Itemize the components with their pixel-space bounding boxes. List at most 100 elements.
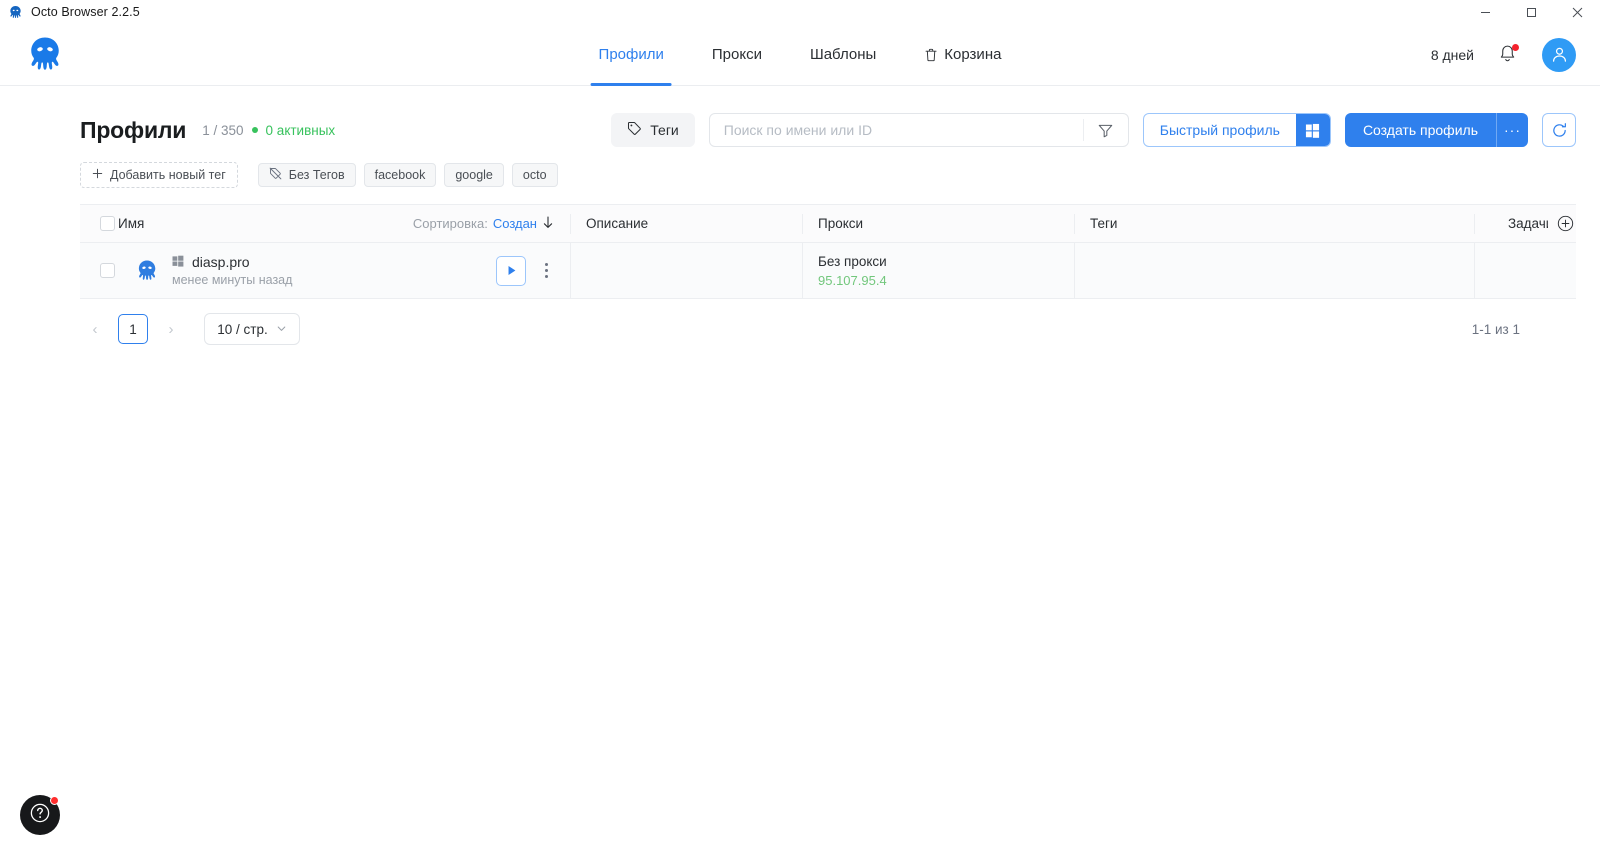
column-header-description: Описание bbox=[570, 205, 802, 243]
row-name-cell: diasp.pro менее минуты назад bbox=[118, 243, 570, 299]
tag-chip-no-tags[interactable]: Без Тегов bbox=[257, 163, 356, 187]
quick-profile-label: Быстрый профиль bbox=[1159, 122, 1280, 138]
profile-count-active: 0 активных bbox=[265, 122, 336, 138]
tags-filter-row: Добавить новый тег Без Тегов facebook go… bbox=[0, 152, 1600, 192]
plus-icon bbox=[92, 168, 103, 182]
create-profile-button[interactable]: Создать профиль ··· bbox=[1344, 113, 1528, 147]
add-new-tag-button[interactable]: Добавить новый тег bbox=[80, 162, 238, 188]
profile-name-line: diasp.pro bbox=[172, 254, 292, 270]
user-avatar[interactable] bbox=[1542, 37, 1576, 72]
column-header-name-label: Имя bbox=[118, 216, 145, 231]
page-size-select[interactable]: 10 / стр. bbox=[204, 313, 300, 345]
pagination: ‹ 1 › 10 / стр. 1-1 из 1 bbox=[0, 299, 1600, 345]
nav-item-templates[interactable]: Шаблоны bbox=[786, 24, 900, 86]
close-button[interactable] bbox=[1554, 0, 1600, 24]
kebab-menu-icon[interactable] bbox=[534, 256, 558, 286]
arrow-down-icon bbox=[542, 215, 554, 232]
nav-item-profiles-label: Профили bbox=[598, 46, 664, 63]
page-title: Профили bbox=[80, 116, 187, 143]
profile-last-used: менее минуты назад bbox=[172, 273, 293, 287]
profile-count-total: 1 / 350 bbox=[202, 122, 244, 138]
sort-control[interactable]: Сортировка: Создан bbox=[412, 215, 570, 232]
play-icon[interactable] bbox=[496, 255, 526, 286]
pagination-next-button[interactable]: › bbox=[156, 314, 186, 344]
help-button[interactable] bbox=[20, 795, 60, 835]
windows-icon[interactable] bbox=[1295, 114, 1330, 146]
tag-chip-octo[interactable]: octo bbox=[511, 163, 558, 187]
maximize-button[interactable] bbox=[1508, 0, 1554, 24]
windows-icon bbox=[172, 255, 184, 270]
column-header-proxy-label: Прокси bbox=[818, 216, 864, 231]
window-titlebar: Octo Browser 2.2.5 bbox=[0, 0, 1600, 24]
trash-icon bbox=[924, 48, 937, 62]
tag-chip-google[interactable]: google bbox=[444, 163, 504, 187]
column-header-tasks: Задачи bbox=[1474, 205, 1576, 243]
search-input[interactable] bbox=[709, 122, 1083, 138]
toolbar-actions: Теги Быстрый профиль С bbox=[611, 113, 1576, 147]
tags-button[interactable]: Теги bbox=[611, 113, 695, 147]
tag-chip-group: Без Тегов facebook google octo bbox=[257, 163, 558, 187]
filter-icon[interactable] bbox=[1084, 114, 1128, 146]
pagination-page-1[interactable]: 1 bbox=[118, 314, 148, 344]
column-header-tasks-label: Задачи bbox=[1508, 216, 1548, 231]
profile-avatar-icon bbox=[134, 258, 160, 284]
tag-off-icon bbox=[269, 167, 282, 183]
profiles-table: Имя Сортировка: Создан Описание Прокси Т… bbox=[80, 204, 1576, 299]
page-size-label: 10 / стр. bbox=[217, 321, 268, 337]
notifications-button[interactable] bbox=[1498, 43, 1519, 66]
tag-chip-label: google bbox=[455, 168, 493, 182]
plus-circle-icon[interactable] bbox=[1556, 215, 1574, 233]
window-title: Octo Browser 2.2.5 bbox=[31, 5, 140, 19]
nav-item-trash-label: Корзина bbox=[944, 46, 1002, 63]
sort-label: Сортировка: bbox=[412, 216, 488, 231]
app-header: Профили Прокси Шаблоны Корзина 8 дней bbox=[0, 24, 1600, 86]
create-profile-more-button[interactable]: ··· bbox=[1496, 113, 1528, 147]
search-box bbox=[708, 113, 1129, 147]
row-select-cell bbox=[80, 243, 118, 299]
tag-chip-label: octo bbox=[522, 168, 547, 182]
tag-icon bbox=[627, 121, 642, 139]
quick-profile-button[interactable]: Быстрый профиль bbox=[1142, 113, 1331, 147]
subscription-days-left[interactable]: 8 дней bbox=[1431, 47, 1474, 63]
tags-button-label: Теги bbox=[650, 122, 679, 138]
row-actions bbox=[496, 255, 570, 286]
question-mark-icon bbox=[29, 802, 51, 829]
titlebar-left-group: Octo Browser 2.2.5 bbox=[0, 5, 140, 20]
nav-item-profiles[interactable]: Профили bbox=[575, 24, 688, 86]
tag-chip-label: Без Тегов bbox=[288, 168, 345, 182]
nav-item-proxies-label: Прокси bbox=[711, 46, 762, 63]
header-right-group: 8 дней bbox=[1431, 37, 1576, 72]
row-tasks-cell bbox=[1474, 242, 1576, 299]
notification-badge-dot bbox=[1512, 43, 1519, 51]
octo-brand-logo-icon[interactable] bbox=[24, 34, 66, 76]
add-new-tag-label: Добавить новый тег bbox=[110, 168, 226, 182]
nav-item-templates-label: Шаблоны bbox=[809, 46, 877, 63]
table-header-row: Имя Сортировка: Создан Описание Прокси Т… bbox=[80, 205, 1576, 243]
page-toolbar: Профили 1 / 350 0 активных Теги Поиск по… bbox=[0, 86, 1600, 152]
minimize-button[interactable] bbox=[1462, 0, 1508, 24]
pagination-prev-button[interactable]: ‹ bbox=[80, 314, 110, 344]
row-checkbox[interactable] bbox=[99, 263, 115, 278]
table-row[interactable]: diasp.pro менее минуты назад Без прокси … bbox=[80, 242, 1576, 299]
proxy-ip: 95.107.95.4 bbox=[818, 272, 887, 288]
row-tags-cell bbox=[1074, 242, 1474, 299]
nav-item-trash[interactable]: Корзина bbox=[900, 24, 1025, 86]
refresh-button[interactable] bbox=[1542, 113, 1576, 147]
nav-item-proxies[interactable]: Прокси bbox=[688, 24, 786, 86]
help-badge-dot bbox=[50, 796, 59, 805]
tag-chip-facebook[interactable]: facebook bbox=[363, 163, 437, 187]
select-all-checkbox[interactable] bbox=[99, 216, 115, 231]
window-controls bbox=[1462, 0, 1600, 24]
row-proxy-cell: Без прокси 95.107.95.4 bbox=[802, 242, 1074, 299]
main-navigation: Профили Прокси Шаблоны Корзина bbox=[575, 24, 1026, 86]
column-header-name: Имя Сортировка: Создан bbox=[118, 205, 570, 243]
column-header-tags: Теги bbox=[1074, 205, 1474, 243]
active-status-dot bbox=[251, 127, 258, 133]
column-header-proxy: Прокси bbox=[802, 205, 1074, 243]
pagination-total-label: 1-1 из 1 bbox=[1471, 321, 1520, 337]
select-all-cell bbox=[80, 205, 118, 243]
profile-meta: diasp.pro менее минуты назад bbox=[172, 254, 292, 287]
column-header-description-label: Описание bbox=[586, 216, 649, 231]
chevron-down-icon bbox=[276, 322, 287, 337]
proxy-stack: Без прокси 95.107.95.4 bbox=[818, 254, 887, 288]
